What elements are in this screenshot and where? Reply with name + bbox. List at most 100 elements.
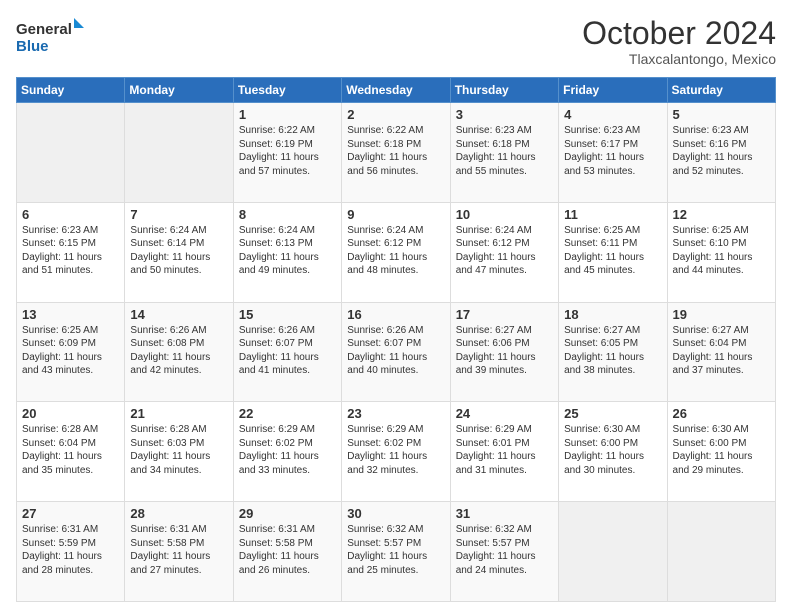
- calendar-cell: 12Sunrise: 6:25 AM Sunset: 6:10 PM Dayli…: [667, 202, 775, 302]
- cell-text: Sunrise: 6:31 AM Sunset: 5:58 PM Dayligh…: [239, 523, 336, 577]
- logo: General Blue: [16, 16, 86, 56]
- calendar-cell: 8 Sunrise: 6:24 AM Sunset: 6:13 PM Daylig…: [233, 202, 341, 302]
- day-number: 17: [456, 307, 553, 322]
- logo-svg: General Blue: [16, 16, 86, 56]
- calendar-cell: 7Sunrise: 6:24 AM Sunset: 6:14 PM Daylig…: [125, 202, 233, 302]
- calendar-header-saturday: Saturday: [667, 78, 775, 103]
- cell-text: Sunrise: 6:24 AM Sunset: 6:13 PM Dayligh…: [239, 224, 336, 278]
- cell-text: Sunrise: 6:24 AM Sunset: 6:12 PM Dayligh…: [456, 224, 553, 278]
- calendar-week-1: 1 Sunrise: 6:22 AM Sunset: 6:19 PM Daylig…: [17, 103, 776, 203]
- svg-text:General: General: [16, 21, 72, 38]
- cell-text: Sunrise: 6:28 AM Sunset: 6:04 PM Dayligh…: [22, 423, 119, 477]
- calendar-header-tuesday: Tuesday: [233, 78, 341, 103]
- cell-text: Sunrise: 6:22 AM Sunset: 6:18 PM Dayligh…: [347, 124, 444, 178]
- page: General Blue October 2024 Tlaxcalantongo…: [0, 0, 792, 612]
- calendar-header-row: SundayMondayTuesdayWednesdayThursdayFrid…: [17, 78, 776, 103]
- day-number: 28: [130, 506, 227, 521]
- main-title: October 2024: [582, 16, 776, 51]
- calendar-week-4: 20 Sunrise: 6:28 AM Sunset: 6:04 PM Dayli…: [17, 402, 776, 502]
- day-number: 18: [564, 307, 661, 322]
- day-number: 24: [456, 406, 553, 421]
- day-number: 12: [673, 207, 770, 222]
- calendar-cell: 3 Sunrise: 6:23 AM Sunset: 6:18 PM Daylig…: [450, 103, 558, 203]
- day-number: 2: [347, 107, 444, 122]
- cell-text: Sunrise: 6:23 AM Sunset: 6:15 PM Dayligh…: [22, 224, 119, 278]
- day-number: 6: [22, 207, 119, 222]
- calendar-cell: 14 Sunrise: 6:26 AM Sunset: 6:08 PM Dayli…: [125, 302, 233, 402]
- svg-text:Blue: Blue: [16, 38, 49, 55]
- day-number: 20: [22, 406, 119, 421]
- day-number: 29: [239, 506, 336, 521]
- calendar-header-monday: Monday: [125, 78, 233, 103]
- calendar-header-wednesday: Wednesday: [342, 78, 450, 103]
- cell-text: Sunrise: 6:32 AM Sunset: 5:57 PM Dayligh…: [456, 523, 553, 577]
- calendar-cell: [667, 502, 775, 602]
- day-number: 3: [456, 107, 553, 122]
- cell-text: Sunrise: 6:30 AM Sunset: 6:00 PM Dayligh…: [673, 423, 770, 477]
- calendar-cell: 16Sunrise: 6:26 AM Sunset: 6:07 PM Dayli…: [342, 302, 450, 402]
- cell-text: Sunrise: 6:28 AM Sunset: 6:03 PM Dayligh…: [130, 423, 227, 477]
- cell-text: Sunrise: 6:29 AM Sunset: 6:02 PM Dayligh…: [239, 423, 336, 477]
- calendar-cell: 18 Sunrise: 6:27 AM Sunset: 6:05 PM Dayli…: [559, 302, 667, 402]
- cell-text: Sunrise: 6:31 AM Sunset: 5:58 PM Dayligh…: [130, 523, 227, 577]
- cell-text: Sunrise: 6:26 AM Sunset: 6:08 PM Dayligh…: [130, 324, 227, 378]
- calendar-cell: 21 Sunrise: 6:28 AM Sunset: 6:03 PM Dayli…: [125, 402, 233, 502]
- calendar-cell: 15 Sunrise: 6:26 AM Sunset: 6:07 PM Dayli…: [233, 302, 341, 402]
- cell-text: Sunrise: 6:23 AM Sunset: 6:18 PM Dayligh…: [456, 124, 553, 178]
- title-block: October 2024 Tlaxcalantongo, Mexico: [582, 16, 776, 67]
- day-number: 11: [564, 207, 661, 222]
- day-number: 22: [239, 406, 336, 421]
- calendar-cell: 31Sunrise: 6:32 AM Sunset: 5:57 PM Dayli…: [450, 502, 558, 602]
- calendar-cell: 2 Sunrise: 6:22 AM Sunset: 6:18 PM Daylig…: [342, 103, 450, 203]
- calendar-cell: 6 Sunrise: 6:23 AM Sunset: 6:15 PM Daylig…: [17, 202, 125, 302]
- calendar-cell: 17 Sunrise: 6:27 AM Sunset: 6:06 PM Dayli…: [450, 302, 558, 402]
- calendar-week-2: 6 Sunrise: 6:23 AM Sunset: 6:15 PM Daylig…: [17, 202, 776, 302]
- day-number: 1: [239, 107, 336, 122]
- cell-text: Sunrise: 6:32 AM Sunset: 5:57 PM Dayligh…: [347, 523, 444, 577]
- day-number: 16: [347, 307, 444, 322]
- calendar-cell: 11Sunrise: 6:25 AM Sunset: 6:11 PM Dayli…: [559, 202, 667, 302]
- cell-text: Sunrise: 6:31 AM Sunset: 5:59 PM Dayligh…: [22, 523, 119, 577]
- day-number: 5: [673, 107, 770, 122]
- calendar-cell: 9 Sunrise: 6:24 AM Sunset: 6:12 PM Daylig…: [342, 202, 450, 302]
- cell-text: Sunrise: 6:27 AM Sunset: 6:06 PM Dayligh…: [456, 324, 553, 378]
- day-number: 13: [22, 307, 119, 322]
- calendar-cell: 29 Sunrise: 6:31 AM Sunset: 5:58 PM Dayli…: [233, 502, 341, 602]
- calendar-cell: [17, 103, 125, 203]
- header: General Blue October 2024 Tlaxcalantongo…: [16, 16, 776, 67]
- cell-text: Sunrise: 6:29 AM Sunset: 6:01 PM Dayligh…: [456, 423, 553, 477]
- calendar-cell: 10 Sunrise: 6:24 AM Sunset: 6:12 PM Dayli…: [450, 202, 558, 302]
- calendar-cell: 27Sunrise: 6:31 AM Sunset: 5:59 PM Dayli…: [17, 502, 125, 602]
- day-number: 26: [673, 406, 770, 421]
- calendar-cell: [559, 502, 667, 602]
- calendar-header-friday: Friday: [559, 78, 667, 103]
- calendar-cell: 1 Sunrise: 6:22 AM Sunset: 6:19 PM Daylig…: [233, 103, 341, 203]
- day-number: 8: [239, 207, 336, 222]
- day-number: 30: [347, 506, 444, 521]
- day-number: 9: [347, 207, 444, 222]
- cell-text: Sunrise: 6:27 AM Sunset: 6:05 PM Dayligh…: [564, 324, 661, 378]
- calendar-header-thursday: Thursday: [450, 78, 558, 103]
- cell-text: Sunrise: 6:26 AM Sunset: 6:07 PM Dayligh…: [239, 324, 336, 378]
- cell-text: Sunrise: 6:23 AM Sunset: 6:17 PM Dayligh…: [564, 124, 661, 178]
- day-number: 15: [239, 307, 336, 322]
- calendar-cell: 20 Sunrise: 6:28 AM Sunset: 6:04 PM Dayli…: [17, 402, 125, 502]
- calendar-cell: 19Sunrise: 6:27 AM Sunset: 6:04 PM Dayli…: [667, 302, 775, 402]
- calendar-week-3: 13Sunrise: 6:25 AM Sunset: 6:09 PM Dayli…: [17, 302, 776, 402]
- day-number: 14: [130, 307, 227, 322]
- calendar-cell: 25Sunrise: 6:30 AM Sunset: 6:00 PM Dayli…: [559, 402, 667, 502]
- day-number: 4: [564, 107, 661, 122]
- calendar-cell: 28 Sunrise: 6:31 AM Sunset: 5:58 PM Dayli…: [125, 502, 233, 602]
- cell-text: Sunrise: 6:24 AM Sunset: 6:12 PM Dayligh…: [347, 224, 444, 278]
- cell-text: Sunrise: 6:22 AM Sunset: 6:19 PM Dayligh…: [239, 124, 336, 178]
- calendar-cell: 26 Sunrise: 6:30 AM Sunset: 6:00 PM Dayli…: [667, 402, 775, 502]
- calendar-cell: 23 Sunrise: 6:29 AM Sunset: 6:02 PM Dayli…: [342, 402, 450, 502]
- calendar-cell: 5Sunrise: 6:23 AM Sunset: 6:16 PM Daylig…: [667, 103, 775, 203]
- day-number: 21: [130, 406, 227, 421]
- day-number: 10: [456, 207, 553, 222]
- day-number: 7: [130, 207, 227, 222]
- day-number: 23: [347, 406, 444, 421]
- cell-text: Sunrise: 6:29 AM Sunset: 6:02 PM Dayligh…: [347, 423, 444, 477]
- cell-text: Sunrise: 6:27 AM Sunset: 6:04 PM Dayligh…: [673, 324, 770, 378]
- calendar-cell: 13Sunrise: 6:25 AM Sunset: 6:09 PM Dayli…: [17, 302, 125, 402]
